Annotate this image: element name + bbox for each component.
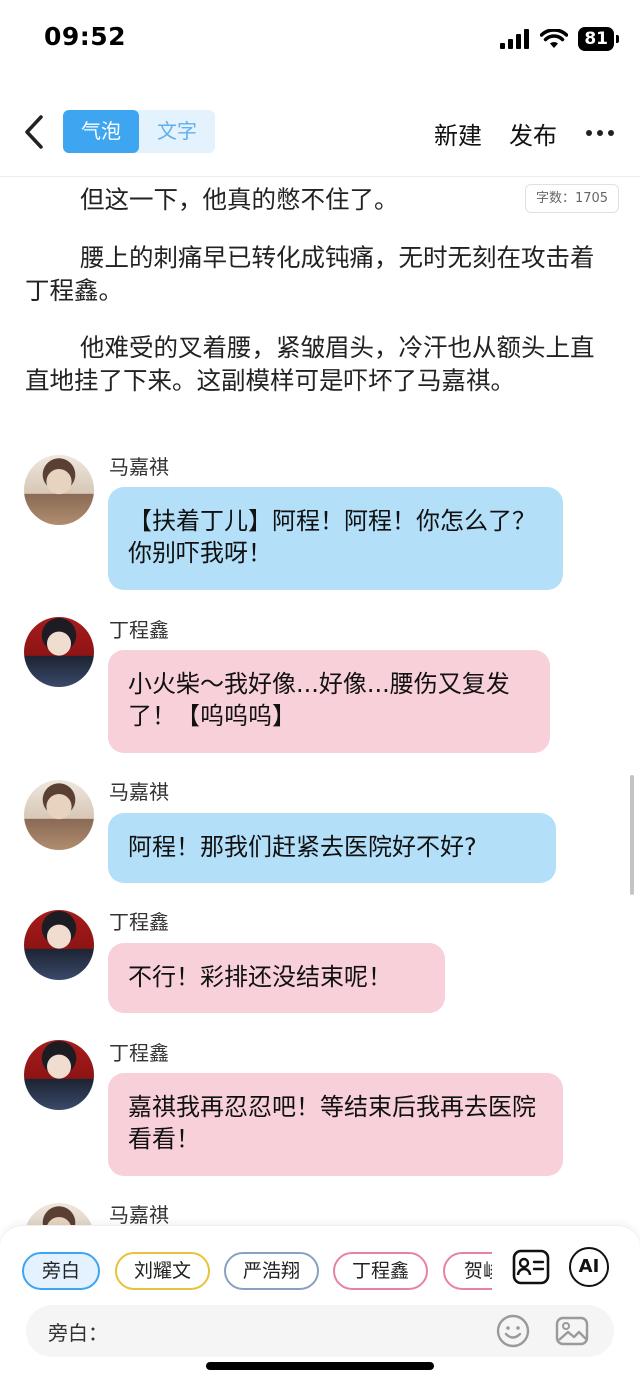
role-chip[interactable]: 丁程鑫	[333, 1252, 428, 1290]
speaker-name: 丁程鑫	[109, 618, 169, 642]
chat-bubble[interactable]: 不行！彩排还没结束呢！	[108, 943, 445, 1013]
tab-bubble[interactable]: 气泡	[63, 110, 139, 153]
smiley-icon[interactable]	[495, 1313, 531, 1349]
role-chip-narration[interactable]: 旁白	[22, 1252, 100, 1290]
avatar[interactable]	[24, 780, 94, 850]
role-chip-row: 旁白 刘耀文 严浩翔 丁程鑫 贺峻	[22, 1252, 492, 1292]
more-dots-icon[interactable]	[585, 118, 615, 148]
dialogue-input[interactable]: 旁白：	[26, 1305, 614, 1357]
speaker-name: 丁程鑫	[109, 1041, 169, 1065]
cellular-signal-icon	[500, 29, 530, 49]
role-chip[interactable]: 刘耀文	[115, 1252, 210, 1290]
status-bar: 09:52 81	[0, 0, 640, 80]
wifi-icon	[540, 29, 569, 48]
nav-bar: 气泡 文字 新建 发布	[0, 98, 640, 168]
role-chip[interactable]: 贺峻	[443, 1252, 492, 1290]
narration-paragraph: 但这一下，他真的憋不住了。	[80, 185, 399, 214]
chat-bubble[interactable]: 阿程！那我们赶紧去医院好不好?	[108, 813, 556, 883]
avatar[interactable]	[24, 1040, 94, 1110]
speaker-name: 丁程鑫	[109, 910, 169, 934]
tab-text[interactable]: 文字	[139, 110, 215, 153]
scrollbar-thumb[interactable]	[630, 775, 634, 895]
input-role-label: 旁白：	[48, 1321, 108, 1345]
narration-paragraph: 腰上的刺痛早已转化成钝痛，无时无刻在攻击着丁程鑫。	[25, 243, 595, 305]
chat-bubble[interactable]: 小火柴～我好像...好像...腰伤又复发了！【呜呜呜】	[108, 650, 550, 753]
mode-switch: 气泡 文字	[63, 110, 215, 153]
image-icon[interactable]	[554, 1313, 590, 1349]
speaker-name: 马嘉祺	[109, 780, 169, 804]
ai-button[interactable]: AI	[569, 1247, 609, 1287]
contact-card-icon[interactable]	[511, 1247, 551, 1287]
battery-indicator: 81	[578, 27, 619, 51]
chevron-left-icon	[25, 115, 43, 149]
avatar[interactable]	[24, 617, 94, 687]
speaker-name: 马嘉祺	[109, 455, 169, 479]
speaker-name: 马嘉祺	[109, 1203, 169, 1227]
role-chip[interactable]: 严浩翔	[224, 1252, 319, 1290]
new-button[interactable]: 新建	[434, 116, 482, 151]
avatar[interactable]	[24, 910, 94, 980]
avatar[interactable]	[24, 455, 94, 525]
narration-paragraph: 他难受的叉着腰，紧皱眉头，冷汗也从额头上直直地挂了下来。这副模样可是吓坏了马嘉祺…	[25, 333, 595, 395]
chat-bubble[interactable]: 嘉祺我再忍忍吧！等结束后我再去医院看看！	[108, 1073, 563, 1176]
publish-button[interactable]: 发布	[509, 116, 557, 151]
nav-divider	[0, 176, 640, 177]
status-time: 09:52	[44, 22, 127, 51]
back-button[interactable]	[14, 112, 54, 152]
home-indicator	[206, 1362, 434, 1370]
status-icons: 81	[500, 26, 619, 52]
chat-bubble[interactable]: 【扶着丁儿】阿程！阿程！你怎么了？你别吓我呀！	[108, 487, 563, 590]
